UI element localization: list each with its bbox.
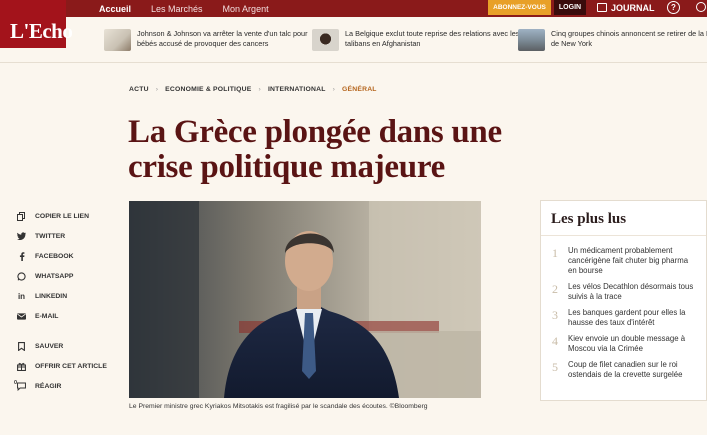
email-share-button[interactable]: E-MAIL [17,306,107,326]
share-toolbar: COPIER LE LIEN TWITTER FACEBOOK WHATSAPP… [14,206,107,396]
most-read-item[interactable]: 1 Un médicament probablement cancérigène… [541,246,706,276]
most-read-item[interactable]: 3 Les banques gardent pour elles la haus… [541,308,706,328]
article-photo [129,201,481,398]
help-icon[interactable]: ? [667,1,680,14]
breadcrumb: ACTU › ECONOMIE & POLITIQUE › INTERNATIO… [129,86,377,93]
email-label: E-MAIL [35,312,59,320]
article-title: La Grèce plongée dans une crise politiqu… [128,114,502,185]
save-button[interactable]: SAUVER [17,336,107,356]
comment-count-badge: 0 [14,379,18,386]
most-read-text: Coup de filet canadien sur le roi ostend… [568,360,683,379]
whatsapp-share-button[interactable]: WHATSAPP [17,266,107,286]
teaser-text: Cinq groupes chinois annoncent se retire… [551,29,707,48]
most-read-item[interactable]: 5 Coup de filet canadien sur le roi oste… [541,360,706,380]
chevron-right-icon: › [332,86,336,93]
teaser-thumbnail [104,29,131,51]
most-read-number: 3 [552,308,558,322]
save-label: SAUVER [35,342,64,350]
mail-icon [17,312,26,321]
most-read-text: Les banques gardent pour elles la hausse… [568,308,686,327]
linkedin-share-button[interactable]: in LINKEDIN [17,286,107,306]
most-read-number: 4 [552,334,558,348]
most-read-number: 2 [552,282,558,296]
whatsapp-label: WHATSAPP [35,272,74,280]
linkedin-label: LINKEDIN [35,292,68,300]
gift-article-button[interactable]: OFFRIR CET ARTICLE [17,356,107,376]
nav-mon-argent[interactable]: Mon Argent [223,4,269,14]
comment-icon: 0 [14,379,26,391]
copy-link-label: COPIER LE LIEN [35,212,90,220]
most-read-item[interactable]: 2 Les vélos Decathlon désormais tous sui… [541,282,706,302]
subscribe-button[interactable]: ABONNEZ-VOUS [488,0,551,15]
chevron-right-icon: › [258,86,261,93]
linkedin-icon: in [17,291,26,301]
comment-label: RÉAGIR [35,382,62,390]
comment-button[interactable]: 0 RÉAGIR [14,376,107,396]
nav-les-marches[interactable]: Les Marchés [151,4,203,14]
most-read-text: Un médicament probablement cancérigène f… [568,246,689,275]
photo-caption: Le Premier ministre grec Kyriakos Mitsot… [129,403,428,410]
chevron-right-icon: › [155,86,159,93]
facebook-icon [17,251,26,261]
copy-icon [17,211,26,221]
newspaper-icon [597,3,607,12]
teaser-strip: Johnson & Johnson va arrêter la vente d'… [0,17,707,63]
teaser-thumbnail [518,29,545,51]
journal-link[interactable]: JOURNAL [597,0,655,15]
teaser-item[interactable]: Johnson & Johnson va arrêter la vente d'… [104,29,322,51]
most-read-text: Kiev envoie un double message à Moscou v… [568,334,686,353]
breadcrumb-economie[interactable]: ECONOMIE & POLITIQUE [165,86,251,93]
whatsapp-icon [17,271,26,281]
top-nav: Accueil Les Marchés Mon Argent [99,0,269,17]
most-read-text: Les vélos Decathlon désormais tous suivi… [568,282,694,301]
most-read-panel: Les plus lus 1 Un médicament probablemen… [540,200,707,401]
teaser-text: La Belgique exclut toute reprise des rel… [345,29,520,48]
teaser-thumbnail [312,29,339,51]
gift-icon [17,362,26,371]
journal-label: JOURNAL [611,2,655,13]
most-read-number: 5 [552,360,558,374]
logo-text: L'Echo [10,19,73,43]
teaser-item[interactable]: Cinq groupes chinois annoncent se retire… [518,29,707,51]
twitter-icon [17,232,26,241]
teaser-item[interactable]: La Belgique exclut toute reprise des rel… [312,29,530,51]
site-logo[interactable]: L'Echo [0,0,73,48]
most-read-number: 1 [552,246,558,260]
most-read-title: Les plus lus [541,201,706,236]
facebook-label: FACEBOOK [35,252,74,260]
breadcrumb-international[interactable]: INTERNATIONAL [268,86,326,93]
gift-article-label: OFFRIR CET ARTICLE [35,362,107,370]
search-icon[interactable] [696,2,706,12]
bookmark-icon [17,341,26,351]
breadcrumb-actu[interactable]: ACTU [129,86,149,93]
teaser-text: Johnson & Johnson va arrêter la vente d'… [137,29,308,48]
nav-accueil[interactable]: Accueil [99,4,131,14]
facebook-share-button[interactable]: FACEBOOK [17,246,107,266]
breadcrumb-general[interactable]: GÉNÉRAL [342,86,377,93]
twitter-label: TWITTER [35,232,66,240]
most-read-item[interactable]: 4 Kiev envoie un double message à Moscou… [541,334,706,354]
twitter-share-button[interactable]: TWITTER [17,226,107,246]
copy-link-button[interactable]: COPIER LE LIEN [17,206,107,226]
login-button[interactable]: LOGIN [554,0,586,15]
